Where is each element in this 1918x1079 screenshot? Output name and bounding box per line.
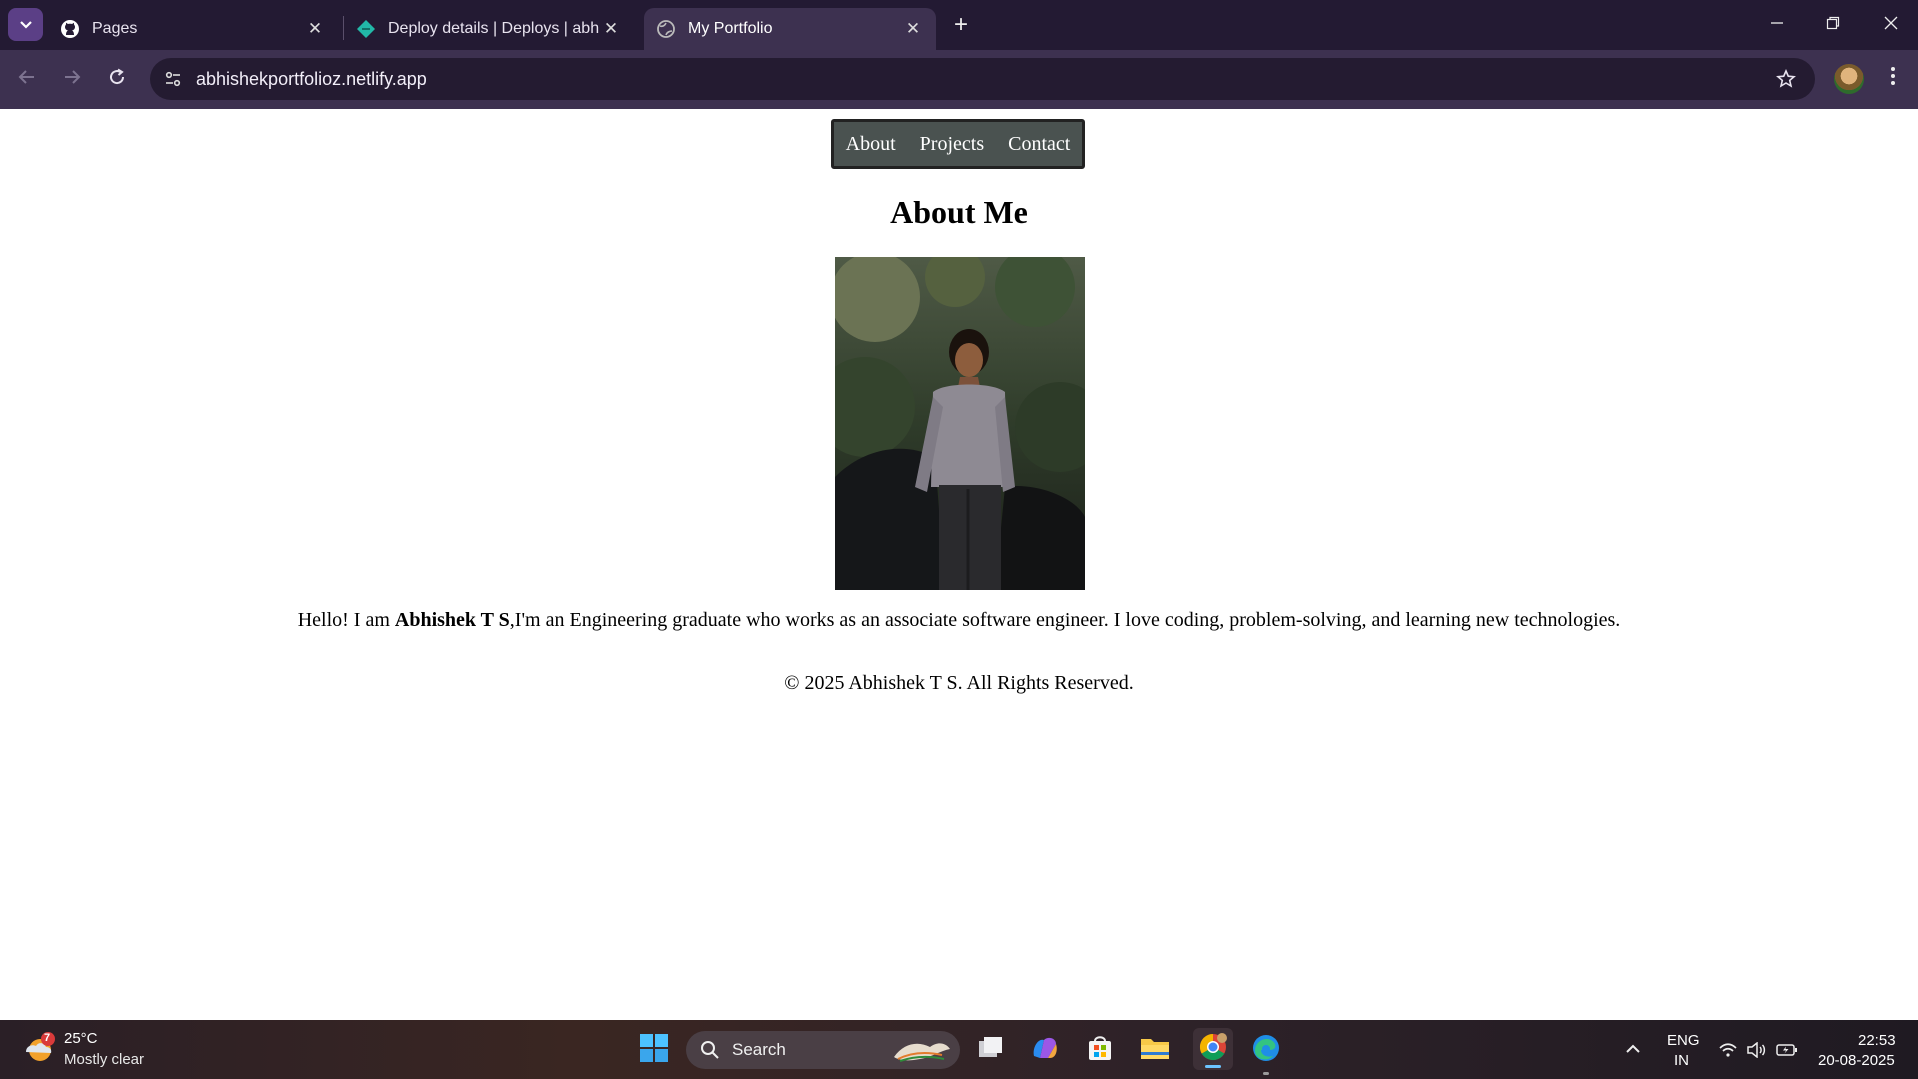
taskbar: 7 25°C Mostly clear Search ENG IN 22:53 … <box>0 1020 1918 1079</box>
language-region[interactable]: IN <box>1674 1052 1689 1069</box>
taskbar-search[interactable]: Search <box>686 1031 960 1069</box>
store-icon <box>1086 1034 1114 1067</box>
address-bar[interactable]: abhishekportfolioz.netlify.app <box>150 58 1815 100</box>
clock-time[interactable]: 22:53 <box>1858 1032 1896 1049</box>
close-icon[interactable]: ✕ <box>600 18 622 40</box>
volume-icon[interactable] <box>1744 1020 1768 1079</box>
close-window-button[interactable] <box>1866 6 1916 42</box>
footer-copyright: © 2025 Abhishek T S. All Rights Reserved… <box>784 672 1134 694</box>
browser-tab-bar: Pages ✕ Deploy details | Deploys | abhis… <box>0 0 1918 50</box>
nav-link-about[interactable]: About <box>834 133 908 156</box>
show-hidden-icons-button[interactable] <box>1620 1020 1646 1079</box>
chevron-up-icon <box>1625 1041 1641 1059</box>
active-indicator <box>1205 1065 1221 1068</box>
clock-date[interactable]: 20-08-2025 <box>1818 1052 1895 1069</box>
profile-photo <box>835 257 1085 590</box>
web-page: About Projects Contact About Me Hello! I… <box>0 109 1918 1020</box>
tab-pages[interactable]: Pages ✕ <box>48 8 338 50</box>
wifi-icon[interactable] <box>1716 1020 1740 1079</box>
chrome-taskbar-button[interactable] <box>1193 1028 1233 1070</box>
weather-badge: 7 <box>44 1032 51 1044</box>
github-icon <box>60 19 80 39</box>
weather-description: Mostly clear <box>64 1051 145 1068</box>
plus-icon: + <box>953 11 968 38</box>
chevron-down-icon <box>19 17 33 33</box>
back-button[interactable] <box>11 64 43 96</box>
arrow-right-icon <box>62 67 82 93</box>
reload-button[interactable] <box>101 64 133 96</box>
tab-title: Deploy details | Deploys | abhis <box>388 20 600 37</box>
address-url[interactable]: abhishekportfolioz.netlify.app <box>196 69 427 90</box>
tab-search-button[interactable] <box>8 8 43 41</box>
reload-icon <box>107 67 127 93</box>
intro-prefix: Hello! I am <box>297 609 395 631</box>
restore-icon <box>1826 14 1840 35</box>
running-indicator <box>1263 1072 1269 1075</box>
weather-temperature: 25°C <box>64 1030 98 1047</box>
globe-icon <box>656 19 676 39</box>
language-indicator[interactable]: ENG <box>1667 1032 1700 1049</box>
site-nav: About Projects Contact <box>831 119 1085 169</box>
nav-link-contact[interactable]: Contact <box>996 133 1082 156</box>
minimize-icon <box>1770 14 1784 35</box>
close-icon <box>1884 14 1898 35</box>
new-tab-button[interactable]: + <box>948 11 974 38</box>
start-button[interactable] <box>637 1033 671 1067</box>
nav-link-projects[interactable]: Projects <box>908 133 996 156</box>
edge-icon <box>1251 1033 1281 1068</box>
tab-deploy-details[interactable]: Deploy details | Deploys | abhis ✕ <box>344 8 634 50</box>
weather-widget[interactable]: 7 <box>22 1032 56 1064</box>
intro-text: Hello! I am Abhishek T S,I'm an Engineer… <box>0 609 1918 632</box>
tab-title: Pages <box>92 20 138 37</box>
battery-icon[interactable] <box>1774 1020 1800 1079</box>
browser-menu-button[interactable] <box>1880 62 1906 96</box>
intro-name: Abhishek T S <box>394 609 510 631</box>
microsoft-store-button[interactable] <box>1083 1033 1117 1067</box>
site-info-icon[interactable] <box>160 66 186 92</box>
windows-logo-icon <box>639 1033 669 1068</box>
intro-suffix: ,I'm an Engineering graduate who works a… <box>509 609 1621 631</box>
browser-toolbar: abhishekportfolioz.netlify.app <box>0 50 1918 109</box>
restore-button[interactable] <box>1808 6 1858 42</box>
tab-title: My Portfolio <box>688 20 773 37</box>
search-highlight-icon <box>890 1035 952 1070</box>
more-vertical-icon <box>1890 66 1896 92</box>
close-icon[interactable]: ✕ <box>304 18 326 40</box>
copilot-icon <box>1030 1034 1060 1067</box>
forward-button[interactable] <box>56 64 88 96</box>
task-view-icon <box>977 1035 1005 1066</box>
arrow-left-icon <box>17 67 37 93</box>
netlify-icon <box>356 19 376 39</box>
page-title: About Me <box>890 194 1028 230</box>
close-icon[interactable]: ✕ <box>902 18 924 40</box>
minimize-button[interactable] <box>1752 6 1802 42</box>
copilot-button[interactable] <box>1028 1033 1062 1067</box>
profile-avatar[interactable] <box>1834 64 1864 94</box>
chrome-icon <box>1198 1032 1228 1067</box>
file-explorer-button[interactable] <box>1138 1033 1172 1067</box>
edge-taskbar-button[interactable] <box>1249 1033 1283 1075</box>
tab-my-portfolio[interactable]: My Portfolio ✕ <box>644 8 936 50</box>
bookmark-star-icon[interactable] <box>1773 66 1799 92</box>
search-label: Search <box>732 1040 786 1059</box>
task-view-button[interactable] <box>974 1033 1008 1067</box>
search-icon <box>700 1040 720 1065</box>
folder-icon <box>1139 1034 1171 1067</box>
